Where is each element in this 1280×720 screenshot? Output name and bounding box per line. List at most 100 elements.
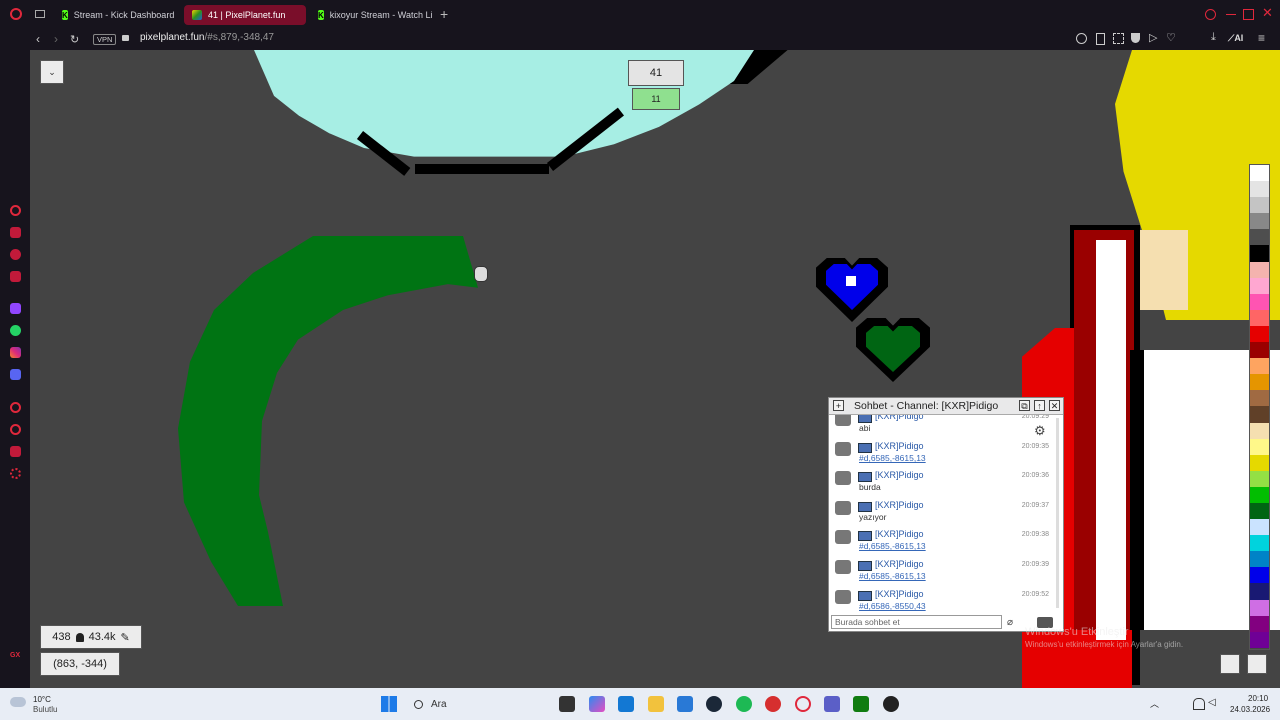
avatar[interactable] bbox=[835, 441, 851, 456]
search-tabs-icon[interactable] bbox=[1205, 9, 1216, 20]
chat-scrollbar[interactable] bbox=[1056, 418, 1059, 608]
palette-swatch[interactable] bbox=[1250, 342, 1269, 359]
reload-icon[interactable]: ↻ bbox=[70, 33, 79, 46]
message-author[interactable]: [KXR]Pidigo bbox=[875, 589, 924, 599]
avatar[interactable] bbox=[835, 530, 851, 545]
chat-settings-icon[interactable]: ⚙ bbox=[1034, 423, 1046, 439]
discord-icon[interactable] bbox=[10, 369, 21, 380]
screenshot-icon[interactable] bbox=[1113, 33, 1124, 44]
taskbar-search[interactable]: Ara bbox=[408, 694, 548, 714]
palette-swatch[interactable] bbox=[1250, 261, 1269, 278]
chat-header[interactable]: + Sohbet - Channel: [KXR]Pidigo ⧉ ↑ ✕ bbox=[829, 398, 1063, 415]
file-explorer-icon[interactable] bbox=[648, 696, 664, 712]
palette-swatch[interactable] bbox=[1250, 551, 1269, 568]
palette-swatch[interactable] bbox=[1250, 374, 1269, 391]
palette-swatch[interactable] bbox=[1250, 277, 1269, 294]
message-author[interactable]: [KXR]Pidigo bbox=[875, 559, 924, 569]
teams-icon[interactable] bbox=[824, 696, 840, 712]
player-icon[interactable] bbox=[10, 402, 21, 413]
shield-icon[interactable] bbox=[1131, 33, 1140, 43]
copilot-icon[interactable] bbox=[589, 696, 605, 712]
network-icon[interactable] bbox=[1193, 698, 1205, 710]
avatar[interactable] bbox=[835, 415, 851, 426]
tab-overview-icon[interactable] bbox=[35, 10, 45, 18]
url-text[interactable]: pixelplanet.fun/#s,879,-348,47 bbox=[140, 32, 274, 43]
avatar[interactable] bbox=[835, 471, 851, 486]
palette-swatch[interactable] bbox=[1250, 535, 1269, 552]
palette-swatch[interactable] bbox=[1250, 245, 1269, 262]
chat-message-list[interactable]: [KXR]Pidigo 20:09:29 abi [KXR]Pidigo 20:09:3… bbox=[829, 415, 1061, 611]
opera-logo-icon[interactable] bbox=[10, 8, 22, 20]
spotify-icon[interactable] bbox=[736, 696, 752, 712]
message-text[interactable]: #d,6585,-8615,13 bbox=[859, 541, 926, 551]
messenger-icon[interactable] bbox=[10, 249, 21, 260]
message-text[interactable]: #d,6585,-8615,13 bbox=[859, 571, 926, 581]
ai-button[interactable]: ⟋AI bbox=[1228, 33, 1243, 44]
gx-icon[interactable]: GX bbox=[10, 652, 20, 659]
settings-icon[interactable] bbox=[10, 468, 21, 479]
expand-menu-button[interactable]: ⌄ bbox=[40, 60, 64, 84]
maximize-button[interactable] bbox=[1243, 9, 1254, 20]
palette-swatch[interactable] bbox=[1250, 583, 1269, 600]
message-author[interactable]: [KXR]Pidigo bbox=[875, 470, 924, 480]
chat-window[interactable]: + Sohbet - Channel: [KXR]Pidigo ⧉ ↑ ✕ [K… bbox=[828, 397, 1064, 632]
avatar[interactable] bbox=[835, 500, 851, 515]
message-text[interactable]: #d,6585,-8615,13 bbox=[859, 453, 926, 463]
chat-input[interactable]: Burada sohbet et bbox=[831, 615, 1002, 629]
clock-time[interactable]: 20:10 bbox=[1248, 694, 1268, 703]
pin-icon[interactable] bbox=[1096, 33, 1105, 45]
palette-swatch[interactable] bbox=[1250, 486, 1269, 503]
volume-icon[interactable]: ◁ bbox=[1208, 697, 1216, 708]
palette-swatch[interactable] bbox=[1250, 197, 1269, 214]
palette-swatch[interactable] bbox=[1250, 438, 1269, 455]
palette-swatch[interactable] bbox=[1250, 293, 1269, 310]
instagram-icon[interactable] bbox=[10, 347, 21, 358]
back-icon[interactable]: ‹ bbox=[36, 32, 40, 46]
store-icon[interactable] bbox=[677, 696, 693, 712]
minimize-button[interactable] bbox=[1226, 14, 1236, 15]
clock-date[interactable]: 24.03.2026 bbox=[1230, 705, 1270, 714]
mail-icon[interactable] bbox=[10, 271, 21, 282]
palette-swatch[interactable] bbox=[1250, 358, 1269, 375]
play-icon[interactable]: ▷ bbox=[1149, 31, 1157, 44]
palette-swatch[interactable] bbox=[1250, 213, 1269, 230]
palette-swatch[interactable] bbox=[1250, 502, 1269, 520]
chat-popout-button[interactable]: ⧉ bbox=[1019, 400, 1030, 411]
avatar[interactable] bbox=[835, 560, 851, 574]
palette-toggle-button[interactable] bbox=[1247, 654, 1267, 674]
palette-swatch[interactable] bbox=[1250, 599, 1269, 616]
message-author[interactable]: [KXR]Pidigo bbox=[875, 415, 924, 421]
forward-icon[interactable]: › bbox=[54, 32, 58, 46]
palette-swatch[interactable] bbox=[1250, 519, 1269, 536]
app-red-icon[interactable] bbox=[765, 696, 781, 712]
tab-pixelplanet[interactable]: 41 | PixelPlanet.fun bbox=[184, 5, 306, 25]
aria-icon[interactable] bbox=[10, 205, 21, 216]
pixel-canvas[interactable]: ⌄ 41 11 bbox=[30, 50, 1280, 688]
tab-kick-dashboard[interactable]: K Stream - Kick Dashboard bbox=[54, 5, 182, 25]
chat-add-button[interactable]: + bbox=[833, 400, 844, 411]
steam-icon[interactable] bbox=[706, 696, 722, 712]
palette-swatch[interactable] bbox=[1250, 390, 1269, 407]
vpn-badge[interactable]: VPN bbox=[93, 34, 117, 45]
palette-swatch[interactable] bbox=[1250, 454, 1269, 471]
close-window-button[interactable]: ✕ bbox=[1262, 5, 1273, 21]
message-author[interactable]: [KXR]Pidigo bbox=[875, 500, 924, 510]
new-tab-button[interactable]: + bbox=[440, 7, 448, 21]
game-app-icon[interactable] bbox=[883, 696, 899, 712]
palette-swatch[interactable] bbox=[1250, 631, 1269, 648]
menu-icon[interactable]: ≡ bbox=[1258, 31, 1265, 45]
avatar[interactable] bbox=[835, 589, 851, 604]
weather-temp[interactable]: 10°C bbox=[33, 695, 51, 704]
palette-swatch[interactable] bbox=[1250, 615, 1269, 632]
palette-swatch[interactable] bbox=[1250, 325, 1269, 343]
extensions-icon[interactable] bbox=[10, 446, 21, 457]
start-button[interactable] bbox=[381, 696, 397, 712]
xbox-icon[interactable] bbox=[853, 696, 869, 712]
message-author[interactable]: [KXR]Pidigo bbox=[875, 529, 924, 539]
palette-swatch[interactable] bbox=[1250, 422, 1269, 439]
task-view-icon[interactable] bbox=[559, 696, 575, 712]
tray-chevron-icon[interactable]: ︿ bbox=[1150, 697, 1159, 710]
opera-gx-icon[interactable] bbox=[795, 696, 811, 712]
download-icon[interactable]: ⤓ bbox=[1211, 31, 1216, 44]
palette-swatch[interactable] bbox=[1250, 406, 1269, 423]
